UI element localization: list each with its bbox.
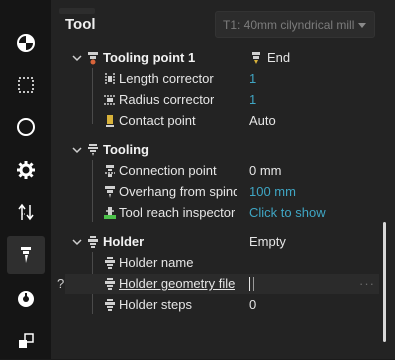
holder-label: Holder [103, 234, 145, 249]
tool-end-icon [252, 52, 260, 64]
tooling-label: Tooling [103, 142, 149, 157]
connection-point-icon [105, 165, 115, 177]
holder-steps-icon [105, 299, 115, 311]
tooling-point-label: Tooling point 1 [103, 50, 196, 65]
axis-move-icon[interactable] [7, 193, 45, 231]
contact-point-value[interactable]: Auto [249, 113, 276, 128]
compass-icon[interactable] [7, 108, 45, 146]
chevron-down-icon[interactable] [71, 144, 83, 156]
holder-name-label: Holder name [119, 255, 194, 270]
origin-target-icon[interactable] [7, 24, 45, 62]
tree-row-length-corrector[interactable]: Length corrector 1 [51, 69, 395, 89]
length-corrector-value[interactable]: 1 [249, 71, 256, 86]
tooling-point-icon [88, 52, 98, 65]
reach-inspector-link[interactable]: Click to show [249, 205, 326, 220]
sidebar [0, 0, 52, 359]
holder-name-icon [105, 257, 115, 269]
holder-steps-value[interactable]: 0 [249, 297, 256, 312]
chevron-down-icon[interactable] [71, 52, 83, 64]
holder-steps-label: Holder steps [119, 297, 192, 312]
selection-box-icon[interactable] [7, 66, 45, 104]
radius-corrector-value[interactable]: 1 [249, 92, 256, 107]
tree-row-tooling[interactable]: Tooling [51, 140, 395, 160]
tree-row-holder[interactable]: Holder Empty [51, 232, 395, 252]
tooling-point-value[interactable]: End [267, 50, 290, 65]
tree-row-overhang[interactable]: Overhang from spindl 100 mm [51, 182, 395, 202]
tool-select[interactable]: T1: 40mm cilyndrical mill [215, 11, 375, 38]
holder-geometry-icon [105, 278, 115, 290]
tool-select-value: T1: 40mm cilyndrical mill [223, 18, 355, 32]
tool-icon[interactable] [7, 236, 45, 274]
stack-icon[interactable] [7, 322, 45, 360]
drag-handle[interactable] [59, 8, 95, 14]
connection-point-value[interactable]: 0 mm [249, 163, 282, 178]
tree-row-holder-name[interactable]: Holder name [51, 253, 395, 273]
reach-inspector-label: Tool reach inspector [119, 205, 236, 220]
holder-value[interactable]: Empty [249, 234, 286, 249]
contact-point-icon [106, 115, 114, 127]
tree-row-radius-corrector[interactable]: Radius corrector 1 [51, 90, 395, 110]
radius-corrector-label: Radius corrector [119, 92, 215, 107]
chevron-down-icon [358, 23, 366, 28]
tree-row-connection-point[interactable]: Connection point 0 mm [51, 161, 395, 181]
tree-row-holder-geometry[interactable]: ? Holder geometry file ··· [57, 274, 379, 294]
reach-inspector-icon [104, 207, 116, 219]
contact-point-label: Contact point [119, 113, 196, 128]
tree-row-holder-steps[interactable]: Holder steps 0 [51, 295, 395, 315]
panel-title: Tool [65, 16, 96, 33]
gear-icon[interactable] [7, 151, 45, 189]
text-cursor [253, 277, 254, 291]
tree-row-tooling-point[interactable]: Tooling point 1 End [51, 48, 395, 68]
holder-geometry-label: Holder geometry file [119, 276, 236, 291]
overhang-value[interactable]: 100 mm [249, 184, 296, 199]
more-icon[interactable]: ··· [359, 276, 375, 291]
help-icon[interactable]: ? [57, 276, 64, 291]
text-cursor [249, 277, 250, 291]
chevron-down-icon[interactable] [71, 236, 83, 248]
connection-point-label: Connection point [119, 163, 217, 178]
tree-row-reach-inspector[interactable]: Tool reach inspector Click to show [51, 203, 395, 223]
tool-panel: Tool T1: 40mm cilyndrical mill Tooling p… [51, 0, 395, 359]
vertical-scrollbar[interactable] [383, 222, 386, 342]
tooling-icon [88, 144, 98, 156]
spindle-icon[interactable] [7, 280, 45, 318]
holder-icon [88, 236, 98, 248]
length-corrector-icon [105, 73, 115, 85]
tree-row-contact-point[interactable]: Contact point Auto [51, 111, 395, 131]
length-corrector-label: Length corrector [119, 71, 214, 86]
overhang-label: Overhang from spindl [119, 184, 237, 199]
radius-corrector-icon [104, 95, 116, 105]
overhang-icon [105, 186, 115, 198]
